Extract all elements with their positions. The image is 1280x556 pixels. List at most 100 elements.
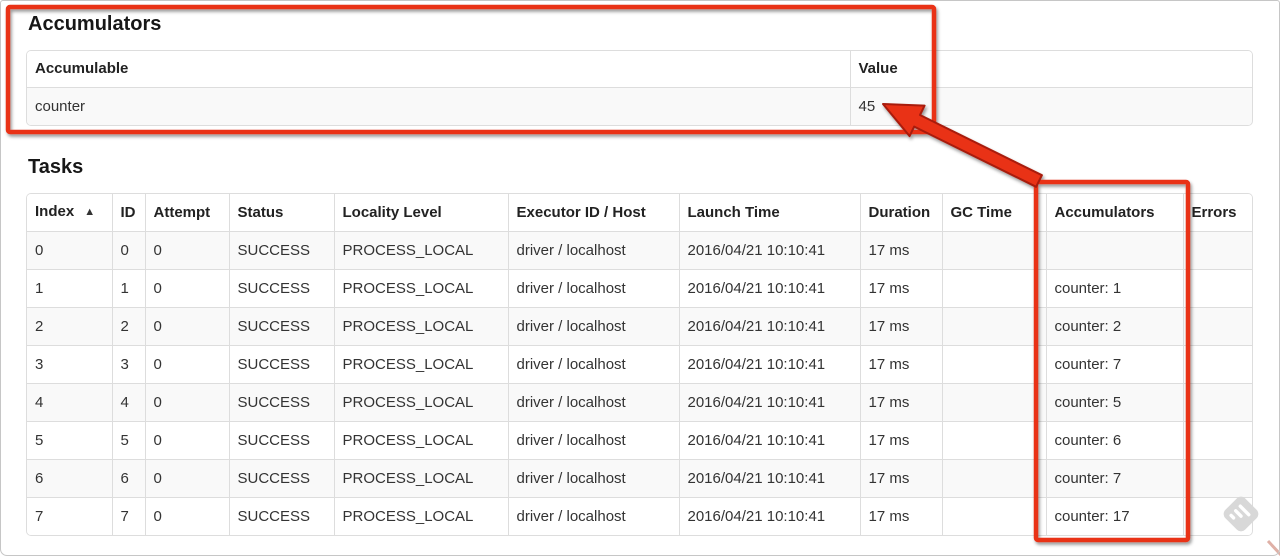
cell-launch-time: 2016/04/21 10:10:41 bbox=[678, 307, 860, 346]
cell-launch-time: 2016/04/21 10:10:41 bbox=[678, 459, 860, 498]
cell-accumulators bbox=[1045, 231, 1183, 270]
cell-locality-level: PROCESS_LOCAL bbox=[333, 421, 508, 460]
cell-gc-time bbox=[941, 231, 1046, 270]
spark-stage-page: Accumulators Accumulable Value counter 4… bbox=[26, 0, 1253, 536]
cell-launch-time: 2016/04/21 10:10:41 bbox=[678, 269, 860, 308]
cell-errors bbox=[1182, 269, 1252, 308]
cell-errors bbox=[1182, 307, 1252, 346]
task-row: 0 0 0 SUCCESS PROCESS_LOCAL driver / loc… bbox=[27, 231, 1252, 270]
column-header-status[interactable]: Status bbox=[228, 194, 334, 232]
cell-attempt: 0 bbox=[144, 459, 229, 498]
cell-errors bbox=[1182, 497, 1252, 535]
cell-locality-level: PROCESS_LOCAL bbox=[333, 345, 508, 384]
cell-locality-level: PROCESS_LOCAL bbox=[333, 269, 508, 308]
accumulable-name-cell: counter bbox=[27, 87, 850, 125]
cell-gc-time bbox=[941, 383, 1046, 422]
cell-launch-time: 2016/04/21 10:10:41 bbox=[678, 421, 860, 460]
cell-duration: 17 ms bbox=[859, 459, 942, 498]
cell-index: 7 bbox=[27, 497, 112, 535]
cell-launch-time: 2016/04/21 10:10:41 bbox=[678, 345, 860, 384]
cell-status: SUCCESS bbox=[228, 231, 334, 270]
accumulators-table: Accumulable Value counter 45 bbox=[26, 50, 1253, 126]
cell-gc-time bbox=[941, 459, 1046, 498]
cell-executor-id-host: driver / localhost bbox=[507, 459, 679, 498]
cell-accumulators: counter: 1 bbox=[1045, 269, 1183, 308]
column-header-errors[interactable]: Errors bbox=[1182, 194, 1252, 232]
cell-launch-time: 2016/04/21 10:10:41 bbox=[678, 497, 860, 535]
cell-locality-level: PROCESS_LOCAL bbox=[333, 459, 508, 498]
cell-executor-id-host: driver / localhost bbox=[507, 269, 679, 308]
cell-status: SUCCESS bbox=[228, 497, 334, 535]
cell-errors bbox=[1182, 231, 1252, 270]
cell-locality-level: PROCESS_LOCAL bbox=[333, 383, 508, 422]
cell-duration: 17 ms bbox=[859, 231, 942, 270]
tasks-section-title: Tasks bbox=[28, 156, 84, 178]
column-header-attempt[interactable]: Attempt bbox=[144, 194, 229, 232]
cell-index: 4 bbox=[27, 383, 112, 422]
column-header-executor-id-host[interactable]: Executor ID / Host bbox=[507, 194, 679, 232]
task-row: 2 2 0 SUCCESS PROCESS_LOCAL driver / loc… bbox=[27, 307, 1252, 346]
cell-executor-id-host: driver / localhost bbox=[507, 383, 679, 422]
task-row: 1 1 0 SUCCESS PROCESS_LOCAL driver / loc… bbox=[27, 269, 1252, 308]
cell-id: 3 bbox=[111, 345, 145, 384]
cell-id: 4 bbox=[111, 383, 145, 422]
cell-errors bbox=[1182, 459, 1252, 498]
cell-status: SUCCESS bbox=[228, 269, 334, 308]
cell-index: 5 bbox=[27, 421, 112, 460]
task-row: 5 5 0 SUCCESS PROCESS_LOCAL driver / loc… bbox=[27, 421, 1252, 460]
task-row: 7 7 0 SUCCESS PROCESS_LOCAL driver / loc… bbox=[27, 497, 1252, 535]
column-header-gc-time[interactable]: GC Time bbox=[941, 194, 1046, 232]
task-row: 3 3 0 SUCCESS PROCESS_LOCAL driver / loc… bbox=[27, 345, 1252, 384]
cell-duration: 17 ms bbox=[859, 269, 942, 308]
cell-status: SUCCESS bbox=[228, 459, 334, 498]
column-header-id[interactable]: ID bbox=[111, 194, 145, 232]
column-header-accumulators[interactable]: Accumulators bbox=[1045, 194, 1183, 232]
cell-duration: 17 ms bbox=[859, 383, 942, 422]
accumulators-header-row: Accumulable Value bbox=[27, 51, 1252, 88]
cell-launch-time: 2016/04/21 10:10:41 bbox=[678, 231, 860, 270]
cell-id: 2 bbox=[111, 307, 145, 346]
cell-index: 3 bbox=[27, 345, 112, 384]
cell-index: 2 bbox=[27, 307, 112, 346]
column-header-duration[interactable]: Duration bbox=[859, 194, 942, 232]
cell-executor-id-host: driver / localhost bbox=[507, 345, 679, 384]
task-row: 6 6 0 SUCCESS PROCESS_LOCAL driver / loc… bbox=[27, 459, 1252, 498]
sort-ascending-icon: ▲ bbox=[84, 206, 96, 218]
cell-locality-level: PROCESS_LOCAL bbox=[333, 497, 508, 535]
cell-attempt: 0 bbox=[144, 345, 229, 384]
cell-gc-time bbox=[941, 345, 1046, 384]
cell-duration: 17 ms bbox=[859, 307, 942, 346]
cell-index: 1 bbox=[27, 269, 112, 308]
cell-index: 0 bbox=[27, 231, 112, 270]
column-header-launch-time[interactable]: Launch Time bbox=[678, 194, 860, 232]
cell-id: 0 bbox=[111, 231, 145, 270]
cell-attempt: 0 bbox=[144, 231, 229, 270]
cell-accumulators: counter: 7 bbox=[1045, 345, 1183, 384]
cell-status: SUCCESS bbox=[228, 421, 334, 460]
cell-gc-time bbox=[941, 307, 1046, 346]
cell-attempt: 0 bbox=[144, 383, 229, 422]
cell-errors bbox=[1182, 421, 1252, 460]
cell-attempt: 0 bbox=[144, 307, 229, 346]
cell-errors bbox=[1182, 383, 1252, 422]
column-header-locality-level[interactable]: Locality Level bbox=[333, 194, 508, 232]
cell-locality-level: PROCESS_LOCAL bbox=[333, 307, 508, 346]
cell-accumulators: counter: 5 bbox=[1045, 383, 1183, 422]
column-header-index[interactable]: Index ▲ bbox=[27, 194, 112, 232]
cell-gc-time bbox=[941, 269, 1046, 308]
cell-gc-time bbox=[941, 421, 1046, 460]
cell-accumulators: counter: 6 bbox=[1045, 421, 1183, 460]
accumulators-section-title: Accumulators bbox=[28, 13, 162, 35]
column-header-accumulable: Accumulable bbox=[27, 51, 850, 88]
cell-executor-id-host: driver / localhost bbox=[507, 231, 679, 270]
cell-errors bbox=[1182, 345, 1252, 384]
task-row: 4 4 0 SUCCESS PROCESS_LOCAL driver / loc… bbox=[27, 383, 1252, 422]
cell-accumulators: counter: 7 bbox=[1045, 459, 1183, 498]
column-header-index-label: Index bbox=[35, 203, 75, 220]
cell-executor-id-host: driver / localhost bbox=[507, 307, 679, 346]
cell-id: 6 bbox=[111, 459, 145, 498]
cell-duration: 17 ms bbox=[859, 497, 942, 535]
cell-id: 1 bbox=[111, 269, 145, 308]
cell-status: SUCCESS bbox=[228, 345, 334, 384]
tasks-table-body: 0 0 0 SUCCESS PROCESS_LOCAL driver / loc… bbox=[27, 231, 1252, 535]
